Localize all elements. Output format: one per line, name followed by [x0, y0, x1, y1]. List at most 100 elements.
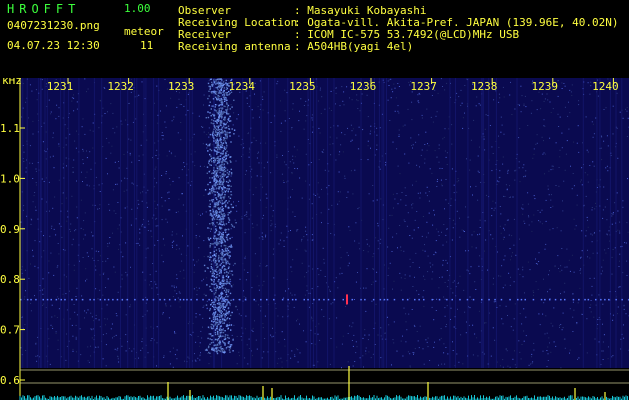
carrier-dot	[75, 298, 78, 301]
noise-speck	[399, 173, 401, 175]
echo-dot	[210, 289, 212, 291]
noise-speck	[41, 79, 43, 81]
echo-dot	[215, 130, 217, 132]
noise-speck	[72, 167, 74, 168]
echo-dot	[225, 190, 228, 192]
noise-speck	[154, 177, 156, 179]
noise-speck	[461, 102, 463, 104]
noise-speck	[366, 243, 368, 245]
noise-speck	[256, 224, 258, 226]
noise-speck	[385, 164, 387, 166]
echo-dot	[221, 188, 224, 190]
noise-speck	[419, 192, 421, 194]
echo-dot	[210, 326, 212, 328]
noise-speck	[161, 135, 163, 136]
noise-speck	[567, 115, 569, 117]
noise-speck	[270, 220, 272, 222]
noise-speck	[433, 299, 435, 300]
noise-speck	[376, 127, 378, 129]
echo-dot	[223, 215, 226, 217]
noise-speck	[45, 158, 47, 160]
noise-speck	[340, 257, 342, 259]
noise-speck	[547, 353, 549, 355]
noise-speck	[391, 214, 393, 216]
noise-speck	[501, 265, 503, 267]
noise-speck	[370, 357, 372, 359]
echo-dot	[210, 279, 213, 281]
echo-dot	[219, 286, 221, 289]
echo-dot	[226, 176, 228, 178]
x-tick-label: 1232	[107, 80, 134, 93]
noise-speck	[330, 126, 332, 128]
noise-speck	[95, 265, 96, 267]
noise-speck	[548, 194, 550, 196]
echo-dot	[209, 203, 211, 205]
echo-dot	[214, 109, 216, 111]
noise-speck	[195, 360, 197, 362]
noise-speck	[419, 166, 420, 168]
echo-dot	[213, 178, 216, 180]
carrier-dot	[222, 298, 224, 301]
noise-speck	[532, 157, 534, 159]
noise-speck	[190, 153, 192, 155]
noise-speck	[304, 294, 306, 296]
echo-dot	[222, 196, 224, 198]
echo-dot	[216, 135, 218, 137]
noise-speck	[398, 86, 400, 87]
noise-speck	[69, 228, 71, 230]
noise-speck	[537, 210, 539, 211]
noise-speck	[201, 337, 203, 339]
echo-dot	[220, 161, 222, 163]
noise-speck	[104, 88, 106, 89]
noise-speck	[114, 348, 116, 350]
noise-speck	[543, 140, 544, 142]
noise-speck	[172, 366, 174, 368]
noise-speck	[306, 290, 308, 292]
echo-dot	[204, 270, 206, 272]
noise-speck	[523, 220, 525, 222]
noise-speck	[84, 212, 86, 214]
echo-dot	[214, 133, 216, 136]
echo-dot	[220, 164, 222, 166]
noise-speck	[545, 243, 547, 245]
echo-dot	[224, 253, 226, 256]
noise-speck	[375, 303, 377, 305]
noise-speck	[251, 109, 253, 111]
echo-dot	[226, 236, 228, 239]
noise-speck	[193, 288, 195, 290]
noise-speck	[278, 358, 280, 360]
noise-speck	[556, 227, 558, 229]
echo-dot	[215, 110, 217, 112]
noise-speck	[25, 350, 27, 351]
noise-speck	[501, 318, 503, 320]
noise-speck	[533, 195, 535, 197]
noise-speck	[235, 205, 237, 207]
noise-speck	[499, 225, 501, 227]
noise-speck	[498, 177, 500, 179]
echo-dot	[215, 212, 218, 214]
noise-speck	[335, 92, 337, 94]
noise-speck	[502, 163, 504, 165]
noise-speck	[114, 161, 116, 163]
carrier-dot	[291, 298, 294, 301]
noise-speck	[421, 235, 423, 237]
noise-speck	[357, 108, 359, 109]
noise-speck	[413, 352, 415, 354]
noise-speck	[558, 268, 559, 269]
echo-dot	[221, 259, 223, 261]
noise-speck	[199, 342, 201, 344]
echo-dot	[230, 324, 233, 326]
noise-speck	[317, 361, 319, 363]
noise-speck	[617, 157, 619, 159]
echo-dot	[213, 303, 215, 306]
noise-speck	[138, 203, 140, 205]
noise-speck	[332, 302, 334, 304]
noise-speck	[141, 223, 143, 225]
echo-dot	[230, 285, 233, 287]
noise-speck	[503, 96, 505, 98]
noise-speck	[366, 94, 368, 96]
echo-dot	[233, 133, 235, 135]
echo-dot	[225, 84, 227, 86]
noise-speck	[156, 287, 158, 289]
noise-speck	[453, 326, 455, 328]
